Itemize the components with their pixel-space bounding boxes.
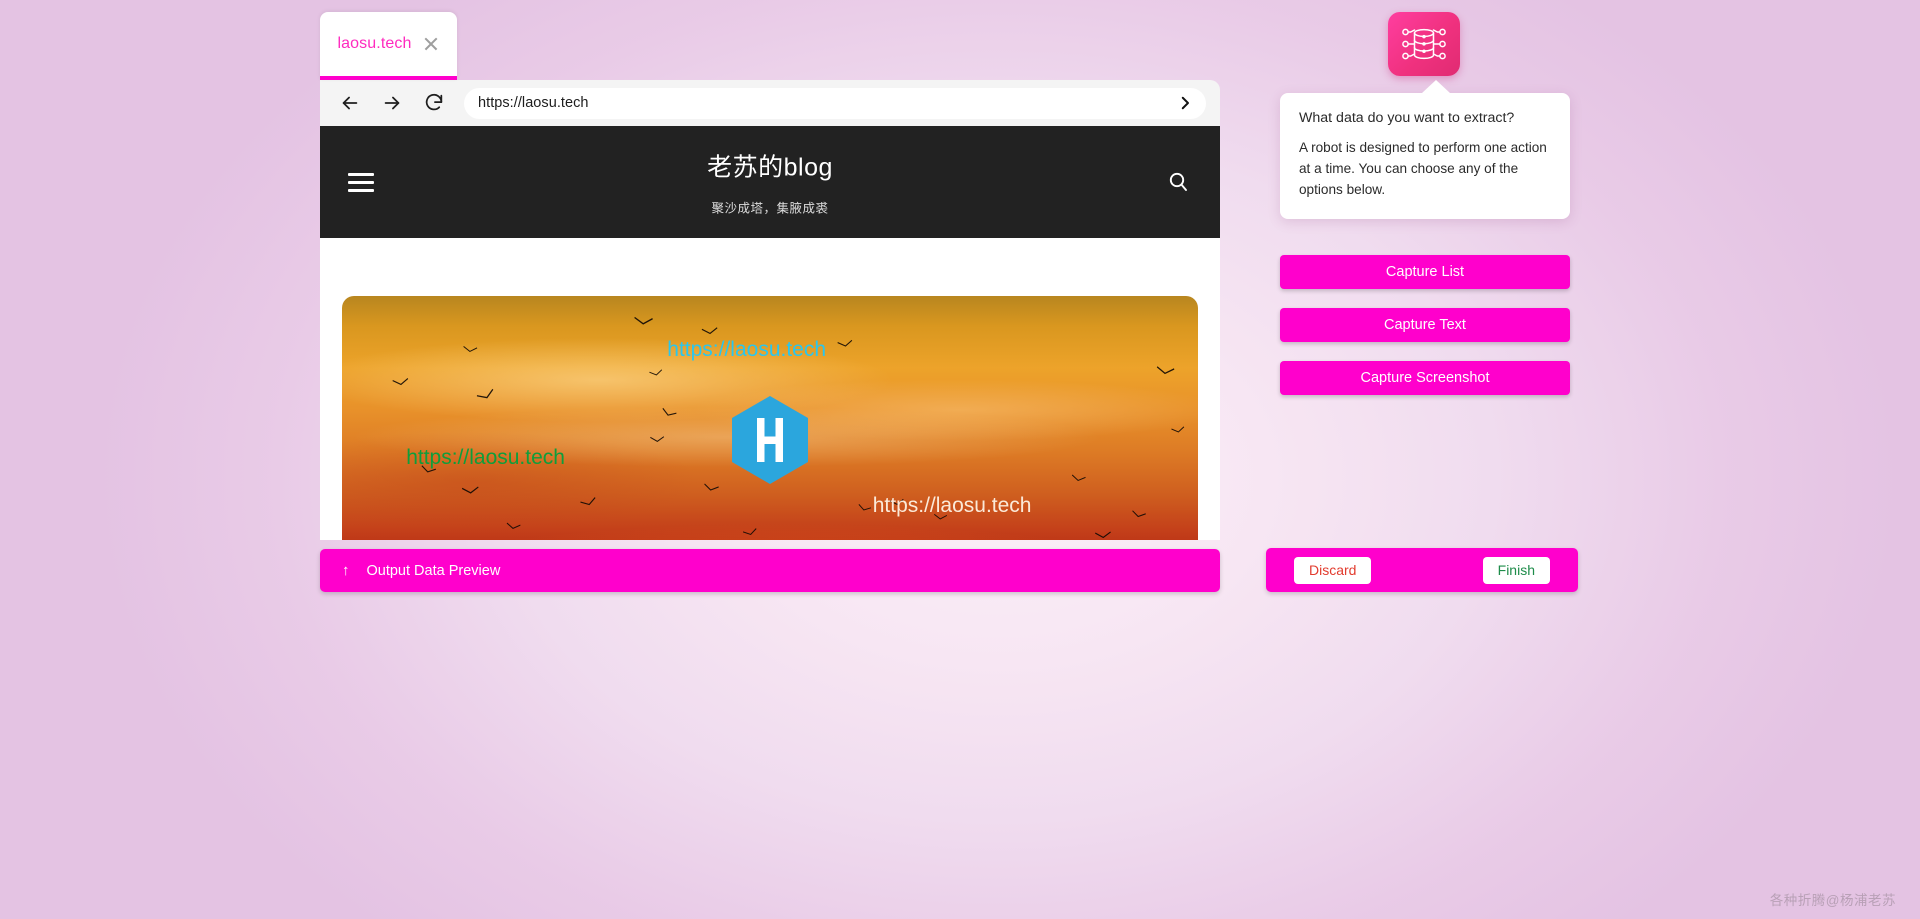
bird-silhouette: ﹀: [1068, 472, 1087, 494]
banner-watermark-cyan: https://laosu.tech: [667, 338, 827, 361]
capture-list-button[interactable]: Capture List: [1280, 255, 1570, 289]
web-page-content: 老苏的blog 聚沙成塔，集腋成裘 ﹀ ﹀ ﹀ ﹀ ﹀ ﹀ ﹀ ﹀ ﹀ ﹀ ﹀ …: [320, 126, 1220, 540]
database-robot-icon[interactable]: [1388, 12, 1460, 76]
output-data-preview-bar[interactable]: ↑ Output Data Preview: [320, 549, 1220, 592]
address-bar-url: https://laosu.tech: [478, 95, 589, 111]
bird-silhouette: ﹀: [391, 376, 412, 400]
site-title-block: 老苏的blog 聚沙成塔，集腋成裘: [320, 148, 1220, 217]
search-icon[interactable]: [1164, 168, 1192, 196]
browser-tab[interactable]: laosu.tech: [320, 12, 457, 80]
bird-silhouette: ﹀: [649, 434, 666, 454]
address-bar[interactable]: https://laosu.tech: [464, 87, 1206, 119]
chevron-right-icon[interactable]: [1176, 94, 1194, 112]
banner-watermark-white: https://laosu.tech: [872, 494, 1032, 517]
arrow-right-icon[interactable]: [380, 91, 404, 115]
bird-silhouette: ﹀: [460, 485, 481, 508]
bird-silhouette: ﹀: [1171, 425, 1188, 445]
tab-title: laosu.tech: [337, 35, 412, 52]
site-header: 老苏的blog 聚沙成塔，集腋成裘: [320, 126, 1220, 238]
banner-image: ﹀ ﹀ ﹀ ﹀ ﹀ ﹀ ﹀ ﹀ ﹀ ﹀ ﹀ ﹀ ﹀ ﹀ ﹀ ﹀ ﹀ ﹀ ﹀ ﹀: [342, 296, 1198, 540]
hamburger-menu-icon[interactable]: [348, 172, 374, 192]
capture-screenshot-button[interactable]: Capture Screenshot: [1280, 361, 1570, 395]
bird-silhouette: ﹀: [460, 344, 478, 364]
robot-action-bar: Discard Finish: [1266, 548, 1578, 592]
bird-silhouette: ﹀: [699, 481, 720, 504]
reload-icon[interactable]: [422, 91, 446, 115]
browser-window: laosu.tech https://laosu.tech 老苏的blog 聚沙…: [320, 12, 1220, 540]
capture-text-button[interactable]: Capture Text: [1280, 308, 1570, 342]
callout-question: What data do you want to extract?: [1299, 110, 1515, 126]
arrow-left-icon[interactable]: [338, 91, 362, 115]
bird-silhouette: ﹀: [837, 337, 856, 360]
bird-silhouette: ﹀: [1095, 530, 1113, 540]
banner-container: ﹀ ﹀ ﹀ ﹀ ﹀ ﹀ ﹀ ﹀ ﹀ ﹀ ﹀ ﹀ ﹀ ﹀ ﹀ ﹀ ﹀ ﹀ ﹀ ﹀: [320, 238, 1220, 540]
tab-strip: laosu.tech: [320, 12, 1220, 80]
page-title: 老苏的blog: [707, 153, 833, 182]
hexo-hexagon-logo: [732, 396, 808, 484]
bird-silhouette: ﹀: [632, 314, 654, 340]
browser-toolbar: https://laosu.tech: [320, 80, 1220, 126]
bird-silhouette: ﹀: [648, 368, 666, 388]
output-data-preview-label: Output Data Preview: [366, 562, 501, 579]
corner-watermark: 各种折腾@杨浦老苏: [1769, 893, 1896, 908]
page-subtitle: 聚沙成塔，集腋成裘: [711, 201, 829, 216]
capture-button-group: Capture List Capture Text Capture Screen…: [1280, 255, 1570, 395]
extract-callout: What data do you want to extract? A robo…: [1280, 79, 1570, 220]
callout-body: A robot is designed to perform one actio…: [1299, 140, 1547, 197]
bird-silhouette: ﹀: [1153, 364, 1176, 390]
finish-button[interactable]: Finish: [1482, 556, 1550, 584]
banner-watermark-green: https://laosu.tech: [406, 446, 565, 469]
bird-silhouette: ﹀: [503, 520, 522, 540]
arrow-up-icon: ↑: [342, 562, 350, 579]
discard-button[interactable]: Discard: [1294, 556, 1372, 584]
close-icon[interactable]: [423, 36, 439, 52]
bird-silhouette: ﹀: [1127, 508, 1147, 530]
